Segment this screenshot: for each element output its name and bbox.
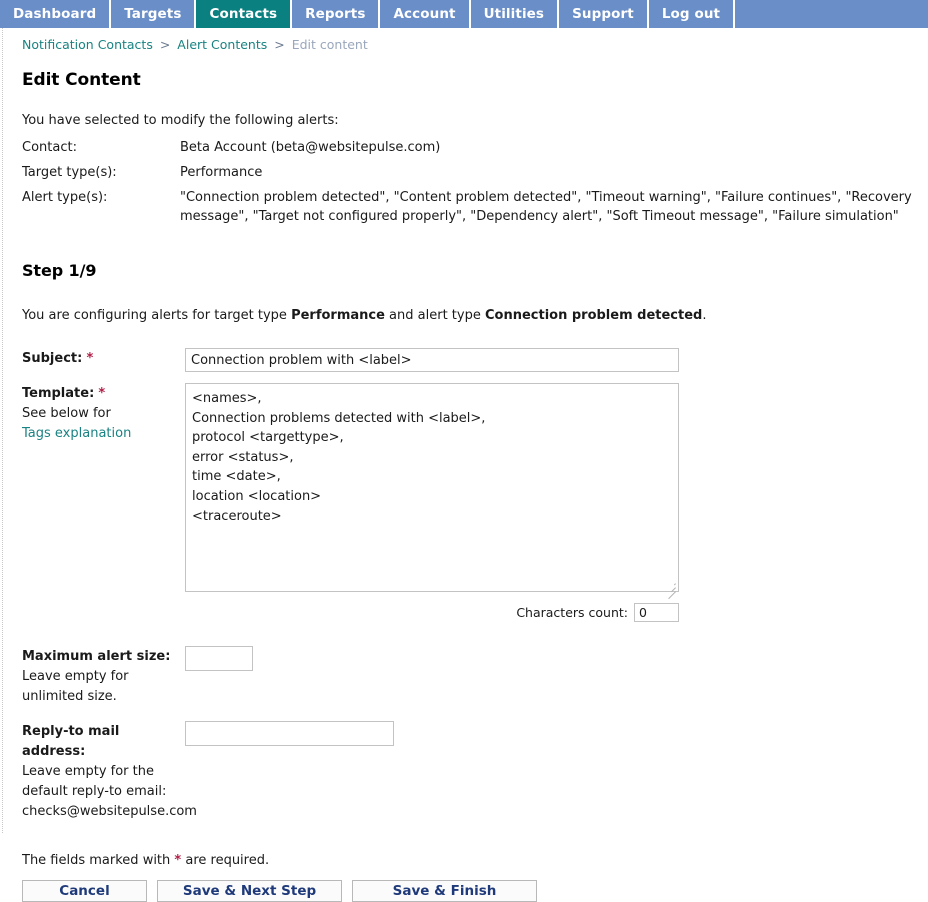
info-value-contact: Beta Account (beta@websitepulse.com)	[180, 140, 441, 155]
form-row-template: Template: * See below for Tags explanati…	[22, 383, 928, 622]
configuring-alert-type: Connection problem detected	[484, 308, 703, 323]
reply-to-note-line2: default reply-to email:	[22, 784, 167, 799]
maximum-alert-size-note-line1: Leave empty for	[22, 669, 129, 684]
configuring-target-type: Performance	[291, 308, 385, 323]
tags-explanation-link[interactable]: Tags explanation	[22, 424, 131, 444]
template-textarea[interactable]: <names>, Connection problems detected wi…	[185, 383, 679, 592]
nav-tab-label: Dashboard	[13, 6, 97, 22]
required-note-suffix: are required.	[181, 853, 270, 868]
page-body: Notification Contacts > Alert Contents >…	[0, 28, 928, 902]
nav-tab-log-out[interactable]: Log out	[648, 0, 736, 28]
nav-tab-utilities[interactable]: Utilities	[470, 0, 560, 28]
maximum-alert-size-note-line2: unlimited size.	[22, 689, 117, 704]
reply-to-note-line3: checks@websitepulse.com	[22, 804, 197, 819]
intro-text: You have selected to modify the followin…	[22, 113, 339, 128]
subject-field-cell	[185, 348, 928, 372]
nav-tab-label: Account	[393, 6, 456, 22]
nav-tab-label: Contacts	[209, 6, 278, 22]
page-title: Edit Content	[22, 70, 141, 90]
main-navigation: Dashboard Targets Contacts Reports Accou…	[0, 0, 928, 28]
info-label-alert-types: Alert type(s):	[22, 190, 108, 205]
save-and-finish-button[interactable]: Save & Finish	[352, 880, 537, 902]
nav-filler	[735, 0, 928, 28]
subject-label: Subject:	[22, 351, 83, 366]
reply-to-note-line1: Leave empty for the	[22, 764, 154, 779]
table-row: Target type(s): Performance	[22, 163, 922, 188]
step-title: Step 1/9	[22, 261, 97, 280]
reply-to-label: Reply-to mail address:	[22, 724, 120, 759]
breadcrumb-current-edit-content: Edit content	[291, 37, 368, 52]
form-row-reply-to: Reply-to mail address: Leave empty for t…	[22, 721, 928, 822]
breadcrumb-link-alert-contents[interactable]: Alert Contents	[177, 37, 267, 52]
maximum-alert-size-input[interactable]	[185, 646, 253, 671]
template-label: Template:	[22, 386, 95, 401]
form-row-maximum-alert-size: Maximum alert size: Leave empty for unli…	[22, 646, 928, 707]
edit-content-form: Subject: * Template: * See below for Tag…	[22, 348, 928, 822]
breadcrumb: Notification Contacts > Alert Contents >…	[22, 28, 928, 53]
subject-input[interactable]	[185, 348, 679, 372]
breadcrumb-link-notification-contacts[interactable]: Notification Contacts	[22, 37, 153, 52]
characters-count-row: Characters count:	[185, 603, 679, 622]
table-row: Contact: Beta Account (beta@websitepulse…	[22, 138, 922, 163]
breadcrumb-separator: >	[159, 37, 171, 52]
table-row: Alert type(s): "Connection problem detec…	[22, 188, 922, 232]
nav-tab-support[interactable]: Support	[559, 0, 649, 28]
configuring-description: You are configuring alerts for target ty…	[22, 306, 928, 325]
configuring-prefix: You are configuring alerts for target ty…	[22, 308, 292, 323]
characters-count-label: Characters count:	[516, 605, 628, 620]
required-fields-note: The fields marked with * are required.	[22, 852, 928, 870]
info-label-contact: Contact:	[22, 140, 77, 155]
nav-tab-reports[interactable]: Reports	[292, 0, 381, 28]
required-asterisk: *	[86, 351, 94, 366]
required-asterisk: *	[98, 386, 106, 401]
info-value-target-types: Performance	[180, 165, 263, 180]
reply-to-field-cell	[185, 721, 928, 746]
configuring-suffix: .	[702, 308, 707, 323]
template-field-cell: <names>, Connection problems detected wi…	[185, 383, 928, 622]
nav-tab-label: Utilities	[483, 6, 545, 22]
nav-tab-label: Support	[572, 6, 634, 22]
template-textarea-wrapper: <names>, Connection problems detected wi…	[185, 383, 679, 600]
info-value-alert-types: "Connection problem detected", "Content …	[180, 190, 912, 224]
breadcrumb-separator: >	[274, 37, 285, 52]
maximum-alert-size-label-cell: Maximum alert size: Leave empty for unli…	[22, 646, 185, 707]
nav-tab-dashboard[interactable]: Dashboard	[0, 0, 112, 28]
nav-tab-label: Reports	[305, 6, 366, 22]
info-label-target-types: Target type(s):	[22, 165, 117, 180]
subject-label-cell: Subject: *	[22, 348, 185, 369]
nav-tab-account[interactable]: Account	[380, 0, 471, 28]
form-action-buttons: Cancel Save & Next Step Save & Finish	[22, 880, 928, 902]
save-and-next-step-button[interactable]: Save & Next Step	[157, 880, 342, 902]
content-column: Notification Contacts > Alert Contents >…	[0, 28, 928, 902]
form-row-subject: Subject: *	[22, 348, 928, 372]
characters-count-value	[634, 603, 679, 622]
template-note: See below for	[22, 406, 111, 421]
nav-tab-targets[interactable]: Targets	[111, 0, 197, 28]
template-label-cell: Template: * See below for Tags explanati…	[22, 383, 185, 444]
required-asterisk: *	[174, 853, 182, 868]
nav-tab-label: Targets	[124, 6, 182, 22]
reply-to-input[interactable]	[185, 721, 394, 746]
maximum-alert-size-field-cell	[185, 646, 928, 671]
intro-block: You have selected to modify the followin…	[22, 111, 928, 232]
reply-to-label-cell: Reply-to mail address: Leave empty for t…	[22, 721, 197, 822]
nav-tab-contacts[interactable]: Contacts	[196, 0, 293, 28]
maximum-alert-size-label: Maximum alert size:	[22, 649, 171, 664]
required-note-prefix: The fields marked with	[22, 853, 175, 868]
selection-info-table: Contact: Beta Account (beta@websitepulse…	[22, 138, 922, 232]
configuring-middle: and alert type	[384, 308, 485, 323]
nav-tab-label: Log out	[661, 6, 721, 22]
cancel-button[interactable]: Cancel	[22, 880, 147, 902]
